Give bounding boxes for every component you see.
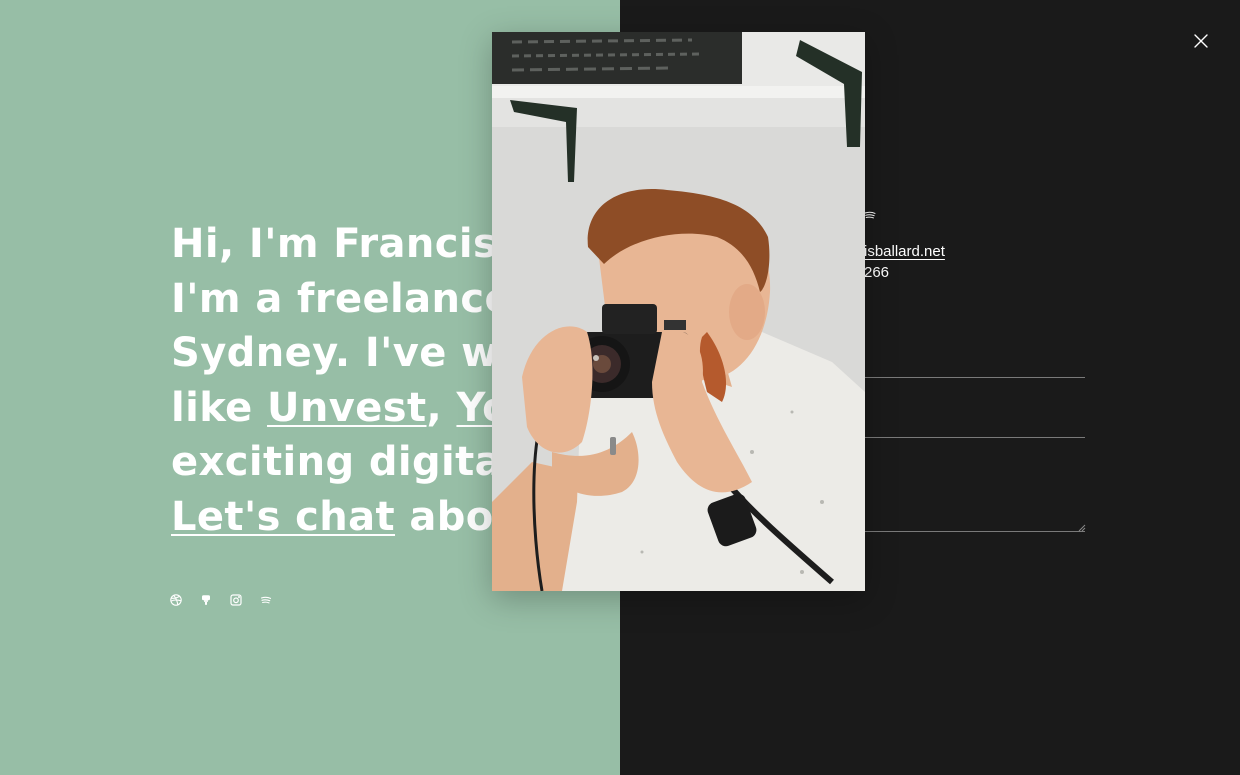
instagram-icon[interactable] (230, 594, 242, 606)
intro-line-2: I'm a freelance (171, 275, 513, 322)
textarea-resize-handle[interactable] (1078, 524, 1086, 532)
profile-photo (492, 32, 865, 591)
intro-line-1: Hi, I'm Francis. (171, 221, 513, 267)
message-textarea[interactable] (864, 531, 1085, 532)
email-input[interactable] (864, 437, 1085, 438)
spotify-icon[interactable] (864, 210, 876, 220)
unvest-link[interactable]: Unvest (267, 385, 427, 431)
contact-phone: 266 (864, 264, 890, 281)
intro-line-4-separator: , (426, 384, 457, 431)
intro-line-5: exciting digital (171, 439, 517, 485)
intro-line-4-prefix: like (171, 384, 268, 431)
spotify-icon[interactable] (260, 594, 272, 606)
chat-link[interactable]: Let's chat (171, 494, 395, 540)
dribbble-icon[interactable] (170, 594, 182, 606)
intro-line-3: Sydney. I've wo (171, 330, 527, 376)
close-icon[interactable] (1192, 32, 1210, 50)
behance-icon[interactable] (200, 594, 212, 606)
name-input[interactable] (864, 377, 1085, 378)
contact-email-link[interactable]: isballard.net (864, 243, 945, 260)
social-links (170, 594, 272, 606)
